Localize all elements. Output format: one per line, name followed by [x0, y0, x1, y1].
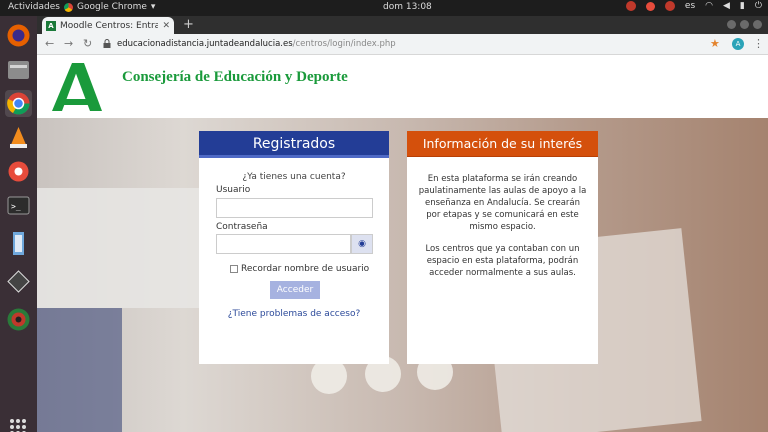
app-menu[interactable]: Google Chrome ▾ — [64, 2, 155, 12]
url-path: /centros/login/index.php — [292, 39, 396, 49]
chrome-dock-icon[interactable] — [5, 90, 32, 117]
battery-icon[interactable]: ▮ — [740, 1, 745, 11]
chevron-down-icon: ▾ — [150, 2, 156, 12]
document-icon[interactable] — [5, 230, 32, 257]
launcher-dock: >_ — [0, 16, 37, 432]
wifi-icon[interactable]: ◠ — [705, 1, 713, 11]
password-label: Contraseña — [216, 222, 268, 232]
web-page: Consejería de Educación y Deporte Regist… — [37, 55, 768, 432]
info-panel: Información de su interés En esta plataf… — [407, 131, 598, 364]
info-paragraph: En esta plataforma se irán creando paula… — [418, 174, 587, 232]
bookmark-star-icon[interactable]: ★ — [710, 37, 720, 50]
show-applications-icon[interactable] — [10, 419, 26, 432]
remember-username[interactable]: Recordar nombre de usuario — [230, 264, 369, 274]
alarm-icon[interactable] — [645, 1, 655, 11]
power-icon[interactable]: ⏻ — [755, 1, 762, 11]
account-question: ¿Ya tienes una cuenta? — [242, 172, 346, 182]
maximize-icon[interactable] — [740, 20, 749, 29]
remember-checkbox[interactable] — [230, 265, 238, 273]
login-panel: Registrados ¿Ya tienes una cuenta? Usuar… — [199, 131, 389, 364]
address-bar: ← → ↻ educacionadistancia.juntadeandaluc… — [37, 34, 768, 55]
new-tab-icon[interactable]: + — [183, 17, 194, 32]
junta-andalucia-logo — [52, 63, 102, 111]
app-icon[interactable] — [5, 268, 32, 295]
app-name-label: Google Chrome — [77, 2, 147, 12]
language-indicator[interactable]: es — [685, 1, 695, 11]
close-icon[interactable]: ✕ — [162, 21, 170, 31]
info-paragraph: Los centros que ya contaban con un espac… — [425, 244, 580, 278]
clock[interactable]: dom 13:08 — [383, 2, 432, 12]
forward-icon[interactable]: → — [64, 37, 73, 50]
remember-label: Recordar nombre de usuario — [241, 264, 370, 274]
profile-avatar[interactable]: A — [732, 38, 744, 50]
info-title: Información de su interés — [407, 131, 598, 157]
keyboard-image — [37, 188, 207, 308]
activities-button[interactable]: Actividades — [8, 2, 60, 12]
reload-icon[interactable]: ↻ — [83, 37, 92, 50]
volume-icon[interactable]: ◀ — [723, 1, 730, 11]
lock-icon[interactable] — [103, 39, 111, 48]
system-top-bar: Actividades Google Chrome ▾ dom 13:08 es… — [0, 0, 768, 16]
tab-strip: A Moodle Centros: Entrar a ✕ + — [37, 16, 768, 34]
chrome-icon — [64, 2, 73, 12]
window-controls — [727, 20, 762, 29]
password-input[interactable] — [216, 234, 351, 254]
firefox-icon[interactable] — [5, 22, 32, 49]
url-field[interactable]: educacionadistancia.juntadeandalucia.es/… — [117, 39, 396, 49]
recorder-icon[interactable] — [625, 1, 636, 11]
book-image — [37, 308, 122, 432]
username-input[interactable] — [216, 198, 373, 218]
browser-window: A Moodle Centros: Entrar a ✕ + ← → ↻ edu… — [37, 16, 768, 432]
favicon-icon: A — [46, 20, 56, 31]
organization-name: Consejería de Educación y Deporte — [122, 69, 348, 85]
tab-moodle[interactable]: A Moodle Centros: Entrar a ✕ — [42, 17, 174, 34]
forgot-access-link[interactable]: ¿Tiene problemas de acceso? — [199, 309, 389, 319]
settings-icon[interactable] — [5, 158, 32, 185]
tab-title: Moodle Centros: Entrar a — [60, 20, 159, 31]
svg-text:>_: >_ — [11, 202, 21, 211]
minimize-icon[interactable] — [727, 20, 736, 29]
disc-icon[interactable] — [5, 306, 32, 333]
browser-menu-icon[interactable]: ⋮ — [753, 37, 764, 50]
system-tray: es ◠ ◀ ▮ ⏻ — [625, 1, 762, 11]
back-icon[interactable]: ← — [45, 37, 54, 50]
login-button[interactable]: Acceder — [270, 281, 320, 299]
login-title: Registrados — [199, 131, 389, 158]
site-header: Consejería de Educación y Deporte — [37, 55, 768, 118]
username-label: Usuario — [216, 185, 251, 195]
background-photo — [37, 118, 768, 432]
info-body: En esta plataforma se irán creando paula… — [407, 157, 598, 279]
no-entry-icon[interactable] — [664, 1, 675, 11]
files-icon[interactable] — [5, 56, 32, 83]
vlc-icon[interactable] — [5, 124, 32, 151]
close-window-icon[interactable] — [753, 20, 762, 29]
terminal-icon[interactable]: >_ — [5, 192, 32, 219]
url-host: educacionadistancia.juntadeandalucia.es — [117, 39, 293, 49]
show-password-icon[interactable]: ◉ — [351, 234, 373, 254]
